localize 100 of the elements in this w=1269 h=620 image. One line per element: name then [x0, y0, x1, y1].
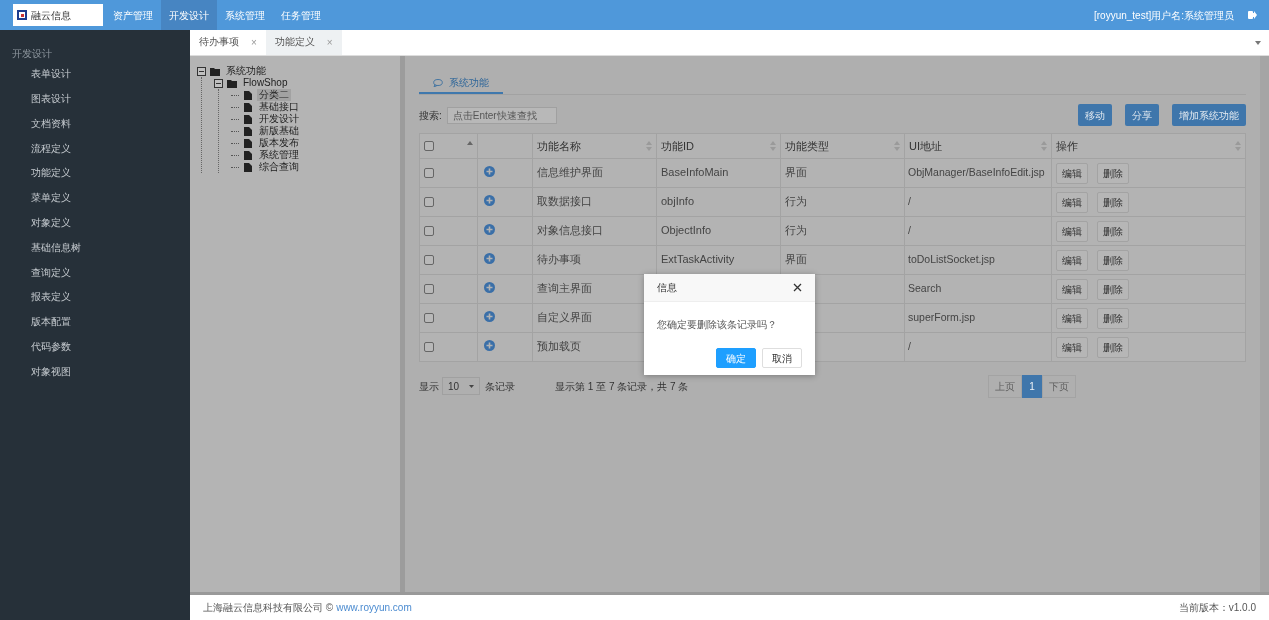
page-size-select[interactable]: 10 [442, 377, 480, 395]
table-cell: ExtTaskActivity [661, 253, 735, 265]
expand-icon[interactable] [484, 224, 495, 235]
logout-icon[interactable] [1248, 11, 1257, 19]
tree-node[interactable]: 分类二 [257, 89, 291, 101]
table-cell: / [908, 224, 911, 236]
comment-icon [433, 78, 443, 87]
sidebar-item[interactable]: 对象视图 [0, 359, 190, 385]
delete-button[interactable]: 删除 [1097, 163, 1129, 184]
caret-icon[interactable] [1255, 40, 1261, 45]
checkbox[interactable] [424, 226, 434, 236]
collapse-toggle[interactable] [197, 66, 206, 76]
delete-button[interactable]: 删除 [1097, 221, 1129, 242]
table-cell: 查询主界面 [537, 282, 592, 294]
edit-button[interactable]: 编辑 [1056, 221, 1088, 242]
page-tab[interactable]: 功能定义 × [265, 30, 342, 55]
tree-node[interactable]: FlowShop [241, 77, 290, 89]
tree-node[interactable]: 系统功能 [224, 65, 268, 77]
edit-button[interactable]: 编辑 [1056, 192, 1088, 213]
edit-button[interactable]: 编辑 [1056, 308, 1088, 329]
length-label: 条记录 [485, 379, 515, 394]
website-link[interactable]: www.royyun.com [336, 600, 412, 615]
tree-node[interactable]: 基础接口 [257, 101, 301, 113]
checkbox[interactable] [424, 255, 434, 265]
checkbox[interactable] [424, 342, 434, 352]
sidebar-item[interactable]: 代码参数 [0, 334, 190, 360]
expand-icon[interactable] [484, 166, 495, 177]
checkbox[interactable] [424, 168, 434, 178]
sidebar-item[interactable]: 表单设计 [0, 62, 190, 87]
delete-button[interactable]: 删除 [1097, 250, 1129, 271]
caret-icon [469, 384, 474, 388]
edit-button[interactable]: 编辑 [1056, 279, 1088, 300]
sidebar-item[interactable]: 图表设计 [0, 86, 190, 112]
table-cell: 自定义界面 [537, 311, 592, 323]
table-cell: BaseInfoMain [661, 166, 729, 178]
table-cell: 行为 [785, 195, 807, 207]
sidebar-item[interactable]: 对象定义 [0, 210, 190, 236]
search-field[interactable]: 点击Enter快速查找 [446, 106, 557, 124]
logo-icon [17, 10, 27, 20]
column-header[interactable]: 功能ID [661, 137, 694, 155]
sidebar-item[interactable]: 功能定义 [0, 161, 190, 186]
dialog-title: 信息 [657, 281, 677, 295]
delete-button[interactable]: 删除 [1097, 308, 1129, 329]
table-cell: 界面 [785, 166, 807, 178]
delete-button[interactable]: 删除 [1097, 192, 1129, 213]
table-cell: 取数据接口 [537, 195, 592, 207]
sidebar-item[interactable]: 菜单定义 [0, 186, 190, 211]
column-header[interactable]: 操作 [1056, 137, 1078, 155]
expand-icon[interactable] [484, 311, 495, 322]
cancel-button[interactable]: 取消 [762, 348, 802, 368]
edit-button[interactable]: 编辑 [1056, 163, 1088, 184]
table-cell: / [908, 195, 911, 207]
edit-button[interactable]: 编辑 [1056, 250, 1088, 271]
action-button[interactable]: 分享 [1125, 104, 1159, 126]
tree-node[interactable]: 开发设计 [257, 113, 301, 125]
version-text: 当前版本：v1.0.0 [1178, 601, 1256, 615]
action-button[interactable]: 增加系统功能 [1172, 104, 1246, 126]
nav-tab[interactable]: 开发设计 [161, 0, 217, 30]
collapse-toggle[interactable] [214, 78, 223, 88]
length-label: 显示 [419, 379, 439, 394]
delete-button[interactable]: 删除 [1097, 279, 1129, 300]
sidebar-item[interactable]: 流程定义 [0, 136, 190, 162]
sidebar-item[interactable]: 查询定义 [0, 260, 190, 286]
delete-button[interactable]: 删除 [1097, 337, 1129, 358]
pagination-button[interactable]: 1 [1022, 374, 1042, 398]
table-cell: superForm.jsp [908, 311, 976, 323]
table-cell: 对象信息接口 [537, 224, 603, 236]
edit-button[interactable]: 编辑 [1056, 337, 1088, 358]
logo: 融云信息 [13, 4, 103, 26]
close-icon[interactable] [793, 283, 802, 292]
table-cell: 信息维护界面 [537, 166, 603, 178]
checkbox[interactable] [424, 284, 434, 294]
tree-node[interactable]: 版本发布 [257, 137, 301, 149]
sidebar-item[interactable]: 版本配置 [0, 309, 190, 335]
table-cell: 行为 [785, 224, 807, 236]
expand-icon[interactable] [484, 282, 495, 293]
dialog-message: 您确定要删除该条记录吗？ [656, 318, 778, 332]
tree-node[interactable]: 系统管理 [257, 149, 301, 161]
checkbox[interactable] [424, 313, 434, 323]
checkbox[interactable] [424, 197, 434, 207]
expand-icon[interactable] [484, 195, 495, 206]
copyright-text: 上海融云信息科技有限公司 © [203, 601, 334, 615]
user-label: [royyun_test]用户名:系统管理员 [1093, 8, 1234, 23]
tree-node[interactable]: 综合查询 [257, 161, 301, 173]
sidebar-item[interactable]: 文档资料 [0, 111, 190, 137]
expand-icon[interactable] [484, 340, 495, 351]
checkbox[interactable] [424, 141, 434, 151]
action-button[interactable]: 移动 [1078, 104, 1112, 126]
expand-icon[interactable] [484, 253, 495, 264]
sidebar-item[interactable]: 基础信息树 [0, 235, 190, 261]
search-label: 搜索: [419, 108, 442, 123]
record-info: 显示第 1 至 7 条记录，共 7 条 [555, 379, 689, 394]
table-cell: / [908, 340, 911, 352]
sidebar-item[interactable]: 报表定义 [0, 285, 190, 310]
table-cell: 界面 [785, 253, 807, 265]
tree-node[interactable]: 新版基础 [257, 125, 301, 137]
table-cell: Search [908, 282, 942, 294]
column-header[interactable]: UI地址 [909, 137, 942, 155]
table-cell: 预加载页 [537, 340, 581, 352]
sidebar-heading: 开发设计 [11, 47, 53, 61]
